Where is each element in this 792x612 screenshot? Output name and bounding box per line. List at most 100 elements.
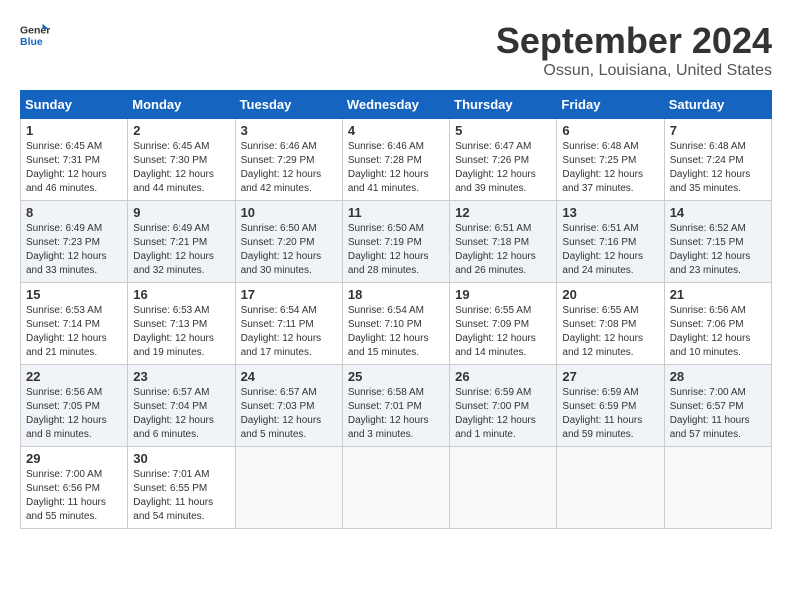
table-row: 7 Sunrise: 6:48 AMSunset: 7:24 PMDaylight… xyxy=(664,119,771,201)
day-info: Sunrise: 6:56 AMSunset: 7:05 PMDaylight:… xyxy=(26,386,122,442)
table-row: 17 Sunrise: 6:54 AMSunset: 7:11 PMDayligh… xyxy=(235,283,342,365)
table-row: 25 Sunrise: 6:58 AMSunset: 7:01 PMDayligh… xyxy=(342,365,449,447)
day-info: Sunrise: 6:55 AMSunset: 7:08 PMDaylight:… xyxy=(562,304,658,360)
day-number: 3 xyxy=(241,123,337,138)
day-number: 18 xyxy=(348,287,444,302)
calendar-week-3: 15 Sunrise: 6:53 AMSunset: 7:14 PMDayligh… xyxy=(21,283,772,365)
month-title: September 2024 xyxy=(496,20,772,62)
day-info: Sunrise: 6:50 AMSunset: 7:19 PMDaylight:… xyxy=(348,222,444,278)
day-number: 1 xyxy=(26,123,122,138)
svg-text:General: General xyxy=(20,25,50,37)
day-info: Sunrise: 6:45 AMSunset: 7:31 PMDaylight:… xyxy=(26,140,122,196)
table-row: 23 Sunrise: 6:57 AMSunset: 7:04 PMDayligh… xyxy=(128,365,235,447)
header-monday: Monday xyxy=(128,91,235,119)
day-number: 23 xyxy=(133,369,229,384)
calendar-header-row: Sunday Monday Tuesday Wednesday Thursday… xyxy=(21,91,772,119)
table-row: 6Sunrise: 6:48 AMSunset: 7:25 PMDaylight… xyxy=(557,119,664,201)
day-info: Sunrise: 6:50 AMSunset: 7:20 PMDaylight:… xyxy=(241,222,337,278)
day-number: 19 xyxy=(455,287,551,302)
day-info: Sunrise: 7:00 AMSunset: 6:57 PMDaylight:… xyxy=(670,386,766,442)
day-info: Sunrise: 6:53 AMSunset: 7:13 PMDaylight:… xyxy=(133,304,229,360)
calendar-week-5: 29 Sunrise: 7:00 AMSunset: 6:56 PMDayligh… xyxy=(21,447,772,529)
day-info: Sunrise: 6:53 AMSunset: 7:14 PMDaylight:… xyxy=(26,304,122,360)
table-row: 8Sunrise: 6:49 AMSunset: 7:23 PMDaylight… xyxy=(21,201,128,283)
day-number: 25 xyxy=(348,369,444,384)
table-row xyxy=(557,447,664,529)
table-row xyxy=(342,447,449,529)
day-info: Sunrise: 6:49 AMSunset: 7:21 PMDaylight:… xyxy=(133,222,229,278)
table-row: 30 Sunrise: 7:01 AMSunset: 6:55 PMDayligh… xyxy=(128,447,235,529)
day-info: Sunrise: 6:59 AMSunset: 6:59 PMDaylight:… xyxy=(562,386,658,442)
day-number: 17 xyxy=(241,287,337,302)
day-number: 22 xyxy=(26,369,122,384)
day-number: 28 xyxy=(670,369,766,384)
day-info: Sunrise: 6:56 AMSunset: 7:06 PMDaylight:… xyxy=(670,304,766,360)
day-number: 16 xyxy=(133,287,229,302)
day-info: Sunrise: 6:58 AMSunset: 7:01 PMDaylight:… xyxy=(348,386,444,442)
header-saturday: Saturday xyxy=(664,91,771,119)
header-wednesday: Wednesday xyxy=(342,91,449,119)
day-info: Sunrise: 7:01 AMSunset: 6:55 PMDaylight:… xyxy=(133,468,229,524)
calendar-table: Sunday Monday Tuesday Wednesday Thursday… xyxy=(20,90,772,529)
day-number: 29 xyxy=(26,451,122,466)
day-info: Sunrise: 6:59 AMSunset: 7:00 PMDaylight:… xyxy=(455,386,551,442)
day-number: 4 xyxy=(348,123,444,138)
svg-text:Blue: Blue xyxy=(20,36,43,48)
day-number: 11 xyxy=(348,205,444,220)
calendar-week-1: 1 Sunrise: 6:45 AMSunset: 7:31 PMDaylight… xyxy=(21,119,772,201)
day-number: 30 xyxy=(133,451,229,466)
day-number: 15 xyxy=(26,287,122,302)
table-row: 27 Sunrise: 6:59 AMSunset: 6:59 PMDayligh… xyxy=(557,365,664,447)
table-row: 29 Sunrise: 7:00 AMSunset: 6:56 PMDayligh… xyxy=(21,447,128,529)
table-row: 9 Sunrise: 6:49 AMSunset: 7:21 PMDaylight… xyxy=(128,201,235,283)
day-info: Sunrise: 6:57 AMSunset: 7:03 PMDaylight:… xyxy=(241,386,337,442)
day-info: Sunrise: 6:52 AMSunset: 7:15 PMDaylight:… xyxy=(670,222,766,278)
header-friday: Friday xyxy=(557,91,664,119)
table-row: 1 Sunrise: 6:45 AMSunset: 7:31 PMDaylight… xyxy=(21,119,128,201)
table-row xyxy=(235,447,342,529)
table-row: 19 Sunrise: 6:55 AMSunset: 7:09 PMDayligh… xyxy=(450,283,557,365)
table-row: 5 Sunrise: 6:47 AMSunset: 7:26 PMDaylight… xyxy=(450,119,557,201)
table-row: 13Sunrise: 6:51 AMSunset: 7:16 PMDayligh… xyxy=(557,201,664,283)
table-row: 4 Sunrise: 6:46 AMSunset: 7:28 PMDaylight… xyxy=(342,119,449,201)
table-row: 12Sunrise: 6:51 AMSunset: 7:18 PMDayligh… xyxy=(450,201,557,283)
day-number: 24 xyxy=(241,369,337,384)
table-row: 18 Sunrise: 6:54 AMSunset: 7:10 PMDayligh… xyxy=(342,283,449,365)
table-row xyxy=(450,447,557,529)
day-info: Sunrise: 6:54 AMSunset: 7:11 PMDaylight:… xyxy=(241,304,337,360)
day-info: Sunrise: 6:46 AMSunset: 7:29 PMDaylight:… xyxy=(241,140,337,196)
day-number: 8 xyxy=(26,205,122,220)
table-row: 14 Sunrise: 6:52 AMSunset: 7:15 PMDayligh… xyxy=(664,201,771,283)
day-number: 14 xyxy=(670,205,766,220)
table-row: 20Sunrise: 6:55 AMSunset: 7:08 PMDayligh… xyxy=(557,283,664,365)
day-number: 9 xyxy=(133,205,229,220)
day-number: 6 xyxy=(562,123,658,138)
header-thursday: Thursday xyxy=(450,91,557,119)
header-tuesday: Tuesday xyxy=(235,91,342,119)
day-info: Sunrise: 6:46 AMSunset: 7:28 PMDaylight:… xyxy=(348,140,444,196)
day-number: 26 xyxy=(455,369,551,384)
day-number: 2 xyxy=(133,123,229,138)
day-info: Sunrise: 6:54 AMSunset: 7:10 PMDaylight:… xyxy=(348,304,444,360)
day-info: Sunrise: 6:57 AMSunset: 7:04 PMDaylight:… xyxy=(133,386,229,442)
day-info: Sunrise: 6:51 AMSunset: 7:16 PMDaylight:… xyxy=(562,222,658,278)
day-number: 7 xyxy=(670,123,766,138)
day-number: 5 xyxy=(455,123,551,138)
table-row: 16 Sunrise: 6:53 AMSunset: 7:13 PMDayligh… xyxy=(128,283,235,365)
table-row: 10Sunrise: 6:50 AMSunset: 7:20 PMDayligh… xyxy=(235,201,342,283)
header-sunday: Sunday xyxy=(21,91,128,119)
title-section: September 2024 Ossun, Louisiana, United … xyxy=(496,20,772,80)
day-info: Sunrise: 6:48 AMSunset: 7:24 PMDaylight:… xyxy=(670,140,766,196)
day-info: Sunrise: 6:55 AMSunset: 7:09 PMDaylight:… xyxy=(455,304,551,360)
day-number: 27 xyxy=(562,369,658,384)
table-row: 22 Sunrise: 6:56 AMSunset: 7:05 PMDayligh… xyxy=(21,365,128,447)
day-info: Sunrise: 6:47 AMSunset: 7:26 PMDaylight:… xyxy=(455,140,551,196)
calendar-week-4: 22 Sunrise: 6:56 AMSunset: 7:05 PMDayligh… xyxy=(21,365,772,447)
day-info: Sunrise: 7:00 AMSunset: 6:56 PMDaylight:… xyxy=(26,468,122,524)
day-info: Sunrise: 6:45 AMSunset: 7:30 PMDaylight:… xyxy=(133,140,229,196)
logo: General Blue xyxy=(20,20,54,50)
day-number: 21 xyxy=(670,287,766,302)
table-row: 15 Sunrise: 6:53 AMSunset: 7:14 PMDayligh… xyxy=(21,283,128,365)
calendar-week-2: 8Sunrise: 6:49 AMSunset: 7:23 PMDaylight… xyxy=(21,201,772,283)
table-row: 26 Sunrise: 6:59 AMSunset: 7:00 PMDayligh… xyxy=(450,365,557,447)
